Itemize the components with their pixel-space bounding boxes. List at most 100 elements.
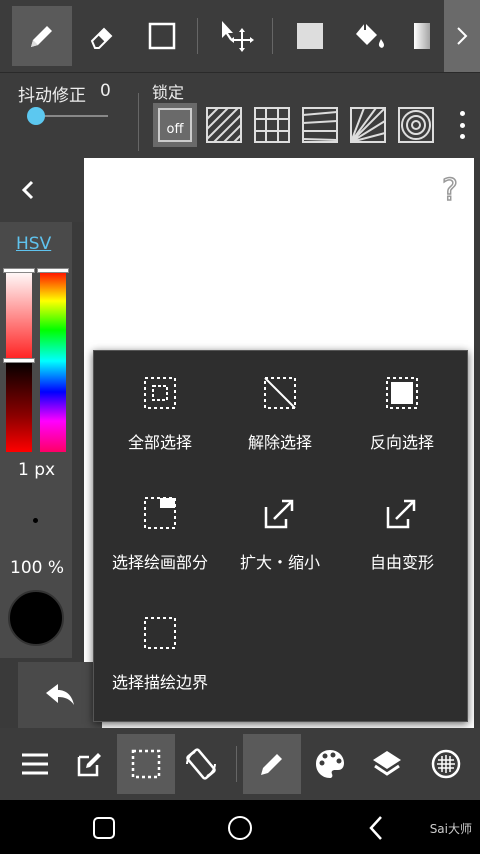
- selection-icon: [131, 749, 161, 779]
- perspective-lines-icon: [302, 107, 338, 143]
- stabilizer-slider-knob[interactable]: [27, 107, 45, 125]
- radial-lines-icon: [350, 107, 386, 143]
- palette-button[interactable]: [301, 734, 359, 794]
- pen-tool-button[interactable]: [12, 6, 72, 66]
- svg-text:?: ?: [442, 173, 458, 206]
- undo-icon: [46, 684, 74, 705]
- layers-button[interactable]: [358, 734, 416, 794]
- expand-shrink-icon: [264, 499, 294, 529]
- chevron-left-icon: [21, 180, 34, 200]
- home-circle-icon: [228, 816, 252, 840]
- paint-bucket-icon: [356, 23, 384, 48]
- grid-icon: [254, 107, 290, 143]
- expand-shrink-item[interactable]: 扩大・缩小: [218, 475, 342, 585]
- invert-selection-item[interactable]: 反向选择: [340, 355, 464, 465]
- undo-button[interactable]: [18, 662, 102, 728]
- deselect-item[interactable]: 解除选择: [218, 355, 342, 465]
- lock-off-button[interactable]: off: [153, 103, 197, 147]
- chevron-right-icon: [457, 27, 468, 45]
- recent-apps-button[interactable]: [84, 808, 124, 848]
- color-side-panel: HSV 1 px 100 %: [0, 222, 72, 658]
- stabilizer-label: 抖动修正: [18, 86, 86, 106]
- bucket-tool-button[interactable]: [340, 6, 400, 66]
- expand-shrink-label: 扩大・缩小: [239, 553, 320, 572]
- material-button[interactable]: [417, 734, 475, 794]
- eraser-tool-button[interactable]: [72, 6, 132, 66]
- opacity-label[interactable]: 100 %: [10, 558, 64, 578]
- select-border-label: 选择描绘边界: [111, 673, 208, 692]
- move-tool-button[interactable]: [206, 6, 266, 66]
- home-button[interactable]: [220, 808, 260, 848]
- brush-button[interactable]: [243, 734, 301, 794]
- invert-selection-label: 反向选择: [369, 433, 434, 452]
- lock-radial-button[interactable]: [346, 103, 390, 147]
- select-all-icon: [144, 377, 176, 409]
- pen-icon: [261, 754, 282, 775]
- free-transform-icon: [386, 499, 416, 529]
- stabilizer-value: 0: [100, 81, 111, 101]
- toolbar-divider: [272, 18, 273, 54]
- menu-icon: [22, 753, 48, 775]
- pencil-icon: [31, 26, 52, 47]
- edit-button[interactable]: [60, 734, 118, 794]
- top-toolbar: [0, 0, 480, 72]
- select-drawn-label: 选择绘画部分: [111, 553, 208, 572]
- shape-tool-button[interactable]: [132, 6, 192, 66]
- move-arrow-icon: [222, 21, 254, 52]
- eraser-icon: [90, 27, 113, 49]
- deselect-label: 解除选择: [247, 433, 312, 452]
- watermark: Sai大师: [429, 822, 472, 836]
- rotate-canvas-button[interactable]: [172, 734, 230, 794]
- edit-icon: [77, 753, 101, 777]
- select-drawn-icon: [144, 497, 176, 529]
- help-icon[interactable]: ?: [436, 172, 464, 209]
- lock-divider: [138, 93, 139, 151]
- fill-color-button[interactable]: [280, 6, 340, 66]
- free-transform-item[interactable]: 自由变形: [340, 475, 464, 585]
- hue-slider[interactable]: [40, 270, 66, 452]
- recent-apps-icon: [93, 817, 115, 839]
- material-icon: [431, 749, 461, 779]
- current-color-swatch[interactable]: [8, 590, 64, 646]
- color-mode-link[interactable]: HSV: [16, 234, 51, 254]
- rotate-icon: [186, 748, 216, 780]
- select-border-icon: [144, 617, 176, 649]
- rectangle-icon: [148, 22, 176, 50]
- invert-selection-icon: [386, 377, 418, 409]
- select-all-item[interactable]: 全部选择: [98, 355, 222, 465]
- system-nav-bar: Sai大师: [0, 800, 480, 854]
- value-slider-top[interactable]: [6, 270, 32, 360]
- layers-icon: [373, 751, 401, 776]
- filled-square-icon: [297, 23, 323, 49]
- hue-marker[interactable]: [37, 268, 69, 273]
- lock-off-icon: off: [158, 108, 192, 142]
- more-options-icon[interactable]: [450, 109, 474, 141]
- brush-size-preview: [33, 518, 38, 523]
- main-menu-button[interactable]: [6, 734, 64, 794]
- select-border-item[interactable]: 选择描绘边界: [98, 595, 222, 705]
- lock-label: 锁定: [152, 83, 185, 102]
- selection-button[interactable]: [117, 734, 175, 794]
- parallel-lines-icon: [206, 107, 242, 143]
- bottom-divider: [236, 746, 237, 782]
- saturation-marker[interactable]: [3, 268, 35, 273]
- gradient-tool-button[interactable]: [400, 6, 444, 66]
- lock-perspective-button[interactable]: [298, 103, 342, 147]
- value-slider-bottom[interactable]: [6, 360, 32, 452]
- back-button[interactable]: [356, 808, 396, 848]
- palette-icon: [316, 750, 344, 778]
- lock-concentric-button[interactable]: [394, 103, 438, 147]
- select-drawn-item[interactable]: 选择绘画部分: [98, 475, 222, 585]
- more-tools-button[interactable]: [444, 0, 480, 72]
- stabilizer-bar: 抖动修正 0 锁定 off: [0, 72, 480, 158]
- toolbar-divider: [197, 18, 198, 54]
- value-marker[interactable]: [3, 358, 35, 363]
- brush-size-label[interactable]: 1 px: [18, 460, 55, 480]
- bottom-toolbar: [0, 728, 480, 800]
- deselect-icon: [264, 377, 296, 409]
- back-arrow-icon: [369, 816, 382, 840]
- stabilizer-slider-track[interactable]: [36, 115, 108, 117]
- lock-parallel-button[interactable]: [202, 103, 246, 147]
- lock-grid-button[interactable]: [250, 103, 294, 147]
- collapse-panel-button[interactable]: [0, 158, 84, 222]
